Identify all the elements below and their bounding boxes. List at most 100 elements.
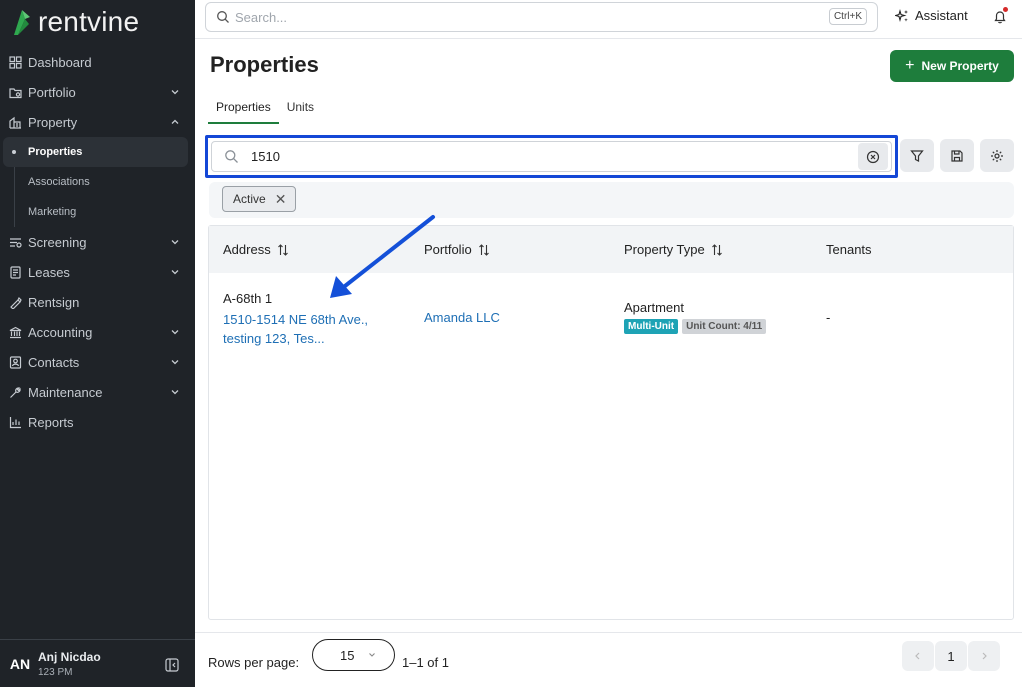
sidebar-item-label: Rentsign bbox=[28, 294, 80, 310]
page-title: Properties bbox=[210, 52, 319, 77]
leases-icon bbox=[8, 265, 22, 279]
sidebar-subitem-associations[interactable]: Associations bbox=[0, 167, 195, 197]
sidebar-item-label: Portfolio bbox=[28, 84, 76, 100]
previous-page-button[interactable] bbox=[902, 641, 934, 671]
sidebar-item-leases[interactable]: Leases bbox=[0, 257, 195, 287]
sidebar-item-label: Accounting bbox=[28, 324, 93, 340]
sidebar-item-rentsign[interactable]: Rentsign bbox=[0, 287, 195, 317]
sidebar-item-contacts[interactable]: Contacts bbox=[0, 347, 195, 377]
remove-filter-icon[interactable]: ✕ bbox=[275, 191, 287, 208]
property-search-input[interactable]: 1510 bbox=[211, 141, 892, 172]
sidebar-item-portfolio[interactable]: Portfolio bbox=[0, 77, 195, 107]
collapse-sidebar-icon[interactable] bbox=[165, 658, 179, 672]
shortcut-badge: Ctrl+K bbox=[828, 8, 867, 25]
rows-per-page-value: 15 bbox=[340, 647, 355, 663]
sidebar-item-screening[interactable]: Screening bbox=[0, 227, 195, 257]
sidebar-nav: Dashboard Portfolio Property Properties … bbox=[0, 47, 195, 437]
global-search[interactable]: Ctrl+K bbox=[205, 2, 878, 32]
save-view-button[interactable] bbox=[940, 139, 974, 172]
property-address-link[interactable]: 1510-1514 NE 68th Ave., testing 123, Tes… bbox=[223, 310, 403, 348]
active-filters-bar: Active ✕ bbox=[209, 182, 1014, 218]
unit-count-badge: Unit Count: 4/11 bbox=[682, 319, 767, 334]
sidebar-item-label: Maintenance bbox=[28, 384, 103, 400]
pagination-range: 1–1 of 1 bbox=[402, 655, 449, 670]
chevron-down-icon bbox=[171, 90, 179, 95]
sidebar-item-label: Property bbox=[28, 114, 78, 130]
page-number-button[interactable]: 1 bbox=[935, 641, 967, 671]
column-header-portfolio[interactable]: Portfolio bbox=[424, 242, 490, 257]
page-tabs: Properties Units bbox=[208, 96, 322, 124]
column-header-tenants: Tenants bbox=[826, 242, 872, 257]
main-content: Properties + New Property Properties Uni… bbox=[195, 40, 1022, 687]
chevron-right-icon bbox=[982, 652, 987, 660]
tab-units[interactable]: Units bbox=[279, 96, 322, 124]
search-value: 1510 bbox=[251, 149, 280, 164]
reports-icon bbox=[8, 415, 22, 429]
sort-icon bbox=[478, 243, 489, 256]
settings-button[interactable] bbox=[980, 139, 1014, 172]
sidebar-item-property[interactable]: Property bbox=[0, 107, 195, 137]
contacts-icon bbox=[8, 355, 22, 369]
sidebar-subitem-label: Properties bbox=[28, 146, 83, 158]
avatar: AN bbox=[9, 655, 31, 672]
next-page-button[interactable] bbox=[968, 641, 1000, 671]
address-line: testing 123, Tes... bbox=[223, 331, 325, 346]
save-icon bbox=[951, 149, 963, 162]
sidebar-item-dashboard[interactable]: Dashboard bbox=[0, 47, 195, 77]
chevron-down-icon bbox=[171, 330, 179, 335]
user-info: Anj Nicdao 123 PM bbox=[38, 650, 101, 678]
brand-logo[interactable]: rentvine bbox=[10, 5, 139, 39]
sidebar-item-maintenance[interactable]: Maintenance bbox=[0, 377, 195, 407]
column-header-address[interactable]: Address bbox=[223, 242, 289, 257]
active-dot-icon bbox=[12, 150, 16, 154]
sidebar-subitem-label: Marketing bbox=[28, 206, 77, 218]
rentvine-leaf-icon bbox=[14, 10, 30, 35]
user-company: 123 PM bbox=[38, 666, 73, 678]
tenants-value: - bbox=[826, 310, 831, 325]
brand-name: rentvine bbox=[38, 6, 140, 37]
chevron-down-icon bbox=[369, 653, 375, 657]
global-search-input[interactable] bbox=[235, 9, 795, 25]
search-highlight: 1510 bbox=[205, 135, 898, 178]
table-row[interactable]: A-68th 1 1510-1514 NE 68th Ave., testing… bbox=[209, 273, 1013, 363]
chevron-down-icon bbox=[171, 390, 179, 395]
sidebar-subitem-marketing[interactable]: Marketing bbox=[0, 197, 195, 227]
chevron-up-icon bbox=[171, 119, 179, 124]
assistant-button[interactable]: Assistant bbox=[895, 8, 968, 23]
chevron-down-icon bbox=[171, 240, 179, 245]
sidebar-item-label: Contacts bbox=[28, 354, 80, 370]
column-header-label: Tenants bbox=[826, 242, 872, 257]
sparkle-icon bbox=[895, 8, 908, 22]
tab-properties[interactable]: Properties bbox=[208, 96, 279, 124]
address-line: 1510-1514 NE 68th Ave., bbox=[223, 312, 369, 327]
filter-chip-active[interactable]: Active ✕ bbox=[222, 186, 297, 212]
clear-search-button[interactable] bbox=[858, 143, 888, 170]
chevron-left-icon bbox=[915, 652, 920, 660]
new-property-button[interactable]: + New Property bbox=[890, 50, 1014, 82]
sidebar-subitem-label: Associations bbox=[28, 176, 90, 188]
plus-icon: + bbox=[905, 57, 915, 74]
top-bar: Ctrl+K Assistant bbox=[195, 0, 1022, 39]
portfolio-link[interactable]: Amanda LLC bbox=[424, 310, 500, 325]
property-type: Apartment bbox=[624, 300, 684, 315]
dashboard-icon bbox=[8, 55, 22, 69]
user-profile[interactable]: AN Anj Nicdao 123 PM bbox=[0, 639, 195, 687]
properties-table: Address Portfolio Property Type Tenants … bbox=[208, 225, 1014, 620]
sidebar-item-reports[interactable]: Reports bbox=[0, 407, 195, 437]
sidebar: rentvine Dashboard Portfolio Property Pr… bbox=[0, 0, 195, 687]
chevron-down-icon bbox=[171, 270, 179, 275]
rentsign-icon bbox=[8, 295, 22, 309]
property-code: A-68th 1 bbox=[223, 291, 273, 306]
multi-unit-badge: Multi-Unit bbox=[624, 319, 679, 334]
sidebar-item-accounting[interactable]: Accounting bbox=[0, 317, 195, 347]
filter-button[interactable] bbox=[900, 139, 934, 172]
filter-chip-label: Active bbox=[233, 192, 266, 206]
screening-icon bbox=[8, 235, 22, 249]
gear-icon bbox=[991, 149, 1003, 162]
accounting-icon bbox=[8, 325, 22, 339]
property-submenu: Properties Associations Marketing bbox=[0, 137, 195, 227]
column-header-property-type[interactable]: Property Type bbox=[624, 242, 723, 257]
search-icon bbox=[217, 11, 229, 23]
rows-per-page-select[interactable]: 15 bbox=[312, 639, 395, 671]
sidebar-subitem-properties[interactable]: Properties bbox=[3, 137, 188, 167]
